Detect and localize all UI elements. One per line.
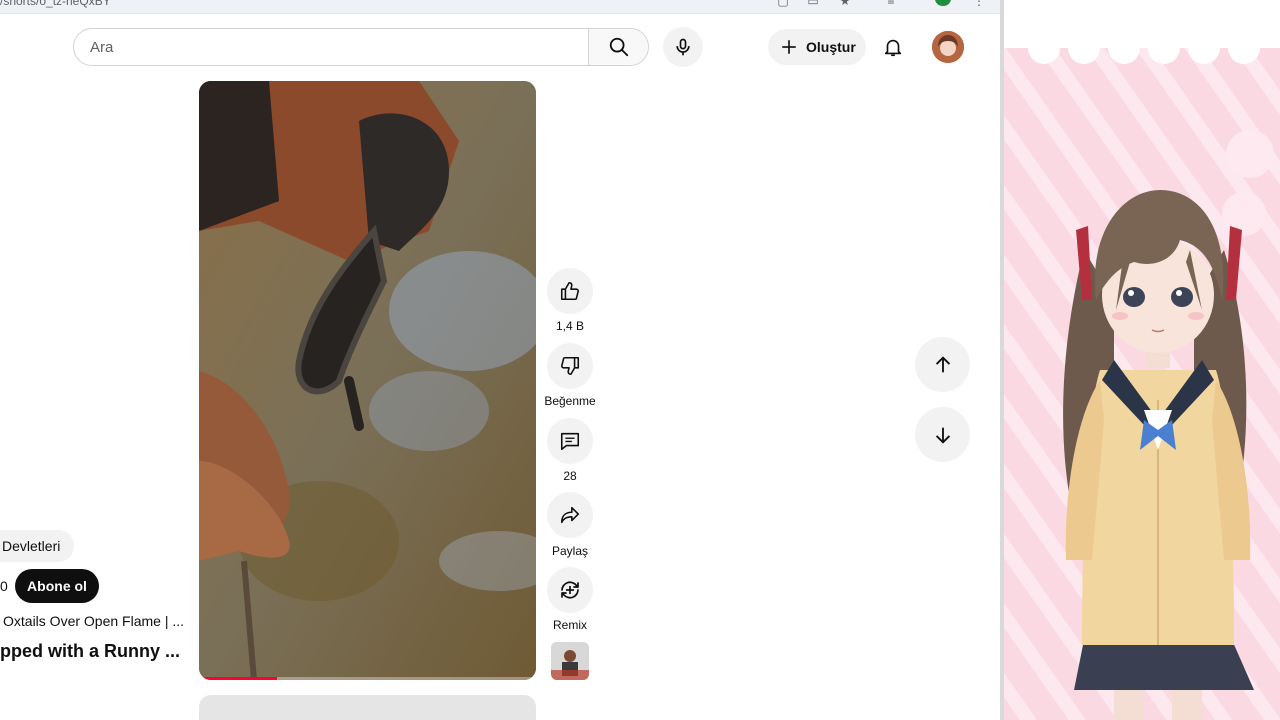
browser-address-bar[interactable]: /shorts/o_tz-rieQxBY ▢ ▭ ★ ≡ ⋮: [0, 0, 1000, 14]
like-count: 1,4 B: [555, 319, 585, 333]
remix-button[interactable]: [547, 567, 593, 613]
share-label: Paylaş: [551, 544, 589, 558]
subscriber-count: 0: [0, 578, 8, 594]
short-title[interactable]: pped with a Runny ...: [0, 641, 180, 662]
video-progress-fill: [199, 677, 277, 680]
comments-count: 28: [563, 469, 577, 483]
bell-icon: [884, 39, 902, 57]
comment-icon: [560, 432, 580, 451]
search-icon: [609, 37, 629, 57]
mic-icon: [676, 38, 690, 56]
side-panel-overlay: [1004, 0, 1280, 720]
next-short-button[interactable]: [915, 407, 970, 462]
create-label: Oluştur: [806, 39, 856, 55]
share-icon: [560, 506, 580, 524]
comments-button[interactable]: [547, 418, 593, 464]
remix-icon: [561, 581, 579, 599]
voice-search-button[interactable]: [663, 27, 703, 67]
previous-short-button[interactable]: [915, 337, 970, 392]
translate-icon[interactable]: ▢: [776, 0, 790, 7]
like-button[interactable]: [547, 268, 593, 314]
video-frame: [199, 81, 536, 680]
plus-icon: [782, 40, 796, 54]
thumbs-down-icon: [560, 356, 580, 376]
sound-thumbnail[interactable]: [551, 642, 589, 680]
anime-character-illustration: [1004, 0, 1280, 720]
notifications-button[interactable]: [873, 27, 913, 67]
search-input[interactable]: [74, 29, 589, 65]
remix-label: Remix: [552, 618, 587, 632]
search-button[interactable]: [588, 29, 648, 65]
dislike-label: Beğenme: [544, 394, 596, 408]
bookmark-star-icon[interactable]: ★: [838, 0, 852, 7]
next-short-preview[interactable]: [199, 695, 536, 720]
arrow-down-icon: [935, 427, 950, 444]
arrow-up-icon: [935, 355, 950, 372]
subscribe-button[interactable]: Abone ol: [15, 569, 99, 603]
browser-menu-icon[interactable]: ⋮: [972, 0, 986, 7]
app-root: /shorts/o_tz-rieQxBY ▢ ▭ ★ ≡ ⋮ Oluştur: [0, 0, 1280, 720]
profile-dot-icon[interactable]: [935, 0, 951, 6]
cast-icon[interactable]: ▭: [806, 0, 820, 7]
share-button[interactable]: [547, 492, 593, 538]
url-text: /shorts/o_tz-rieQxBY: [0, 0, 111, 8]
search-box: [73, 28, 649, 66]
dislike-button[interactable]: [547, 343, 593, 389]
avatar[interactable]: [932, 31, 964, 63]
video-progress-track[interactable]: [199, 677, 536, 680]
topic-chip[interactable]: Devletleri: [0, 530, 75, 562]
create-button[interactable]: Oluştur: [768, 29, 866, 65]
video-subtitle[interactable]: Oxtails Over Open Flame | ...: [3, 613, 184, 629]
extensions-icon[interactable]: ≡: [884, 0, 898, 7]
short-video-player[interactable]: [199, 81, 536, 680]
thumbs-up-icon: [560, 281, 580, 301]
